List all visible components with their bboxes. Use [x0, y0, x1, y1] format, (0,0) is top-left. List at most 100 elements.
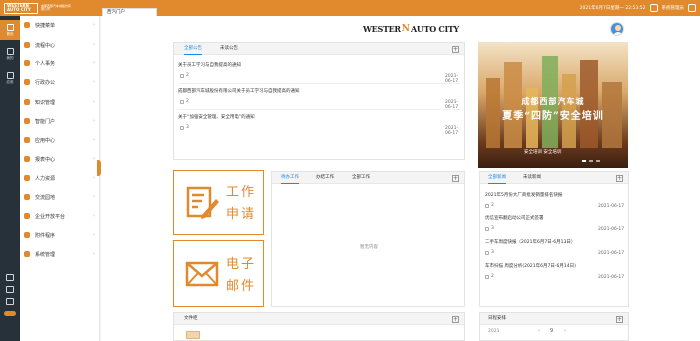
menu-label: 附件程序	[35, 232, 56, 239]
divider	[178, 109, 460, 110]
user-icon	[6, 47, 14, 55]
banner-carousel[interactable]: 成都西部汽车城 夏季“四防”安全培训 安全培训 安全培训	[478, 42, 628, 168]
menu-item-system[interactable]: 系统管理 ›	[20, 248, 100, 260]
menu-label: 智能门户	[35, 118, 56, 125]
email-tile[interactable]: 电子 邮件	[173, 240, 264, 307]
tab-all-work[interactable]: 全部工作	[352, 172, 370, 184]
chevron-right-icon[interactable]: ›	[564, 328, 566, 334]
work-panel: 待办工作 办结工作 全部工作 + 暂无内容	[271, 171, 465, 307]
chevron-right-icon: ›	[93, 22, 95, 28]
menu-icon	[24, 251, 30, 257]
notice-title[interactable]: 成都西部汽车城股份有限公司关于员工学习与自我提高的通知	[178, 88, 300, 94]
tab-all-notices[interactable]: 全部公告	[184, 43, 202, 55]
tab-pending-work[interactable]: 待办工作	[281, 172, 299, 184]
news-date: 2021-06-17	[598, 204, 625, 209]
icon-rail: 首页 我的 应用	[0, 16, 20, 341]
schedule-panel: 日程安排 + 2021 ‹ 9 ›	[479, 312, 629, 341]
notice-panel: 全部公告 未读公告 + 关于员工学习与自我提高的通知 2 2021-06-17 …	[173, 42, 465, 160]
tab-all-news[interactable]: 全部新闻	[488, 172, 506, 184]
menu-item-attachments[interactable]: 附件程序 ›	[20, 229, 100, 241]
tile-label-line2: 申请	[226, 207, 257, 222]
news-panel: 全部新闻 未读新闻 + 2021年5月份大厂商批发销量排名快报 2 2021-0…	[479, 171, 629, 307]
tile-label-line1: 工作	[226, 185, 257, 200]
news-title[interactable]: 车市扫描 周度分析(2021年6月7日-6月14日)	[485, 263, 576, 269]
banner-title: 成都西部汽车城	[521, 96, 585, 106]
chevron-right-icon: ›	[93, 194, 95, 200]
menu-label: 人力资源	[35, 175, 56, 182]
printer-icon[interactable]	[6, 286, 14, 293]
chevron-right-icon: ›	[93, 79, 95, 85]
tile-label-line2: 邮件	[226, 279, 257, 294]
avatar[interactable]	[610, 22, 624, 36]
carousel-dot[interactable]	[596, 160, 600, 162]
banner-headline: 夏季“四防”安全培训	[502, 111, 604, 122]
menu-icon	[24, 99, 30, 105]
menu-item-hr[interactable]: 人力资源 ›	[20, 172, 100, 184]
rail-item-apps[interactable]: 应用	[0, 68, 20, 88]
mail-icon	[185, 261, 219, 287]
work-panel-header: 待办工作 办结工作 全部工作 +	[272, 172, 464, 184]
work-apply-tile[interactable]: 工作 申请	[173, 170, 264, 235]
menu-item-portal[interactable]: 智能门户 ›	[20, 115, 100, 127]
menu-item-workflow[interactable]: 流程中心 ›	[20, 39, 100, 51]
menu-item-community[interactable]: 交流园地 ›	[20, 191, 100, 203]
form-icon	[186, 186, 219, 219]
home-icon	[6, 23, 14, 31]
banner-caption: 安全培训 安全培训	[524, 150, 562, 155]
notice-title[interactable]: 关于“加强安全管理、安全用电”的通知	[178, 114, 255, 120]
monitor-icon[interactable]	[6, 274, 14, 281]
rail-label: 首页	[6, 31, 14, 36]
news-title[interactable]: 优信宣布翻启动公司正式签署	[485, 215, 544, 221]
schedule-panel-title: 日程安排	[488, 316, 506, 321]
rail-label: 应用	[6, 79, 14, 84]
rail-label: 我的	[6, 55, 14, 60]
menu-icon	[24, 137, 30, 143]
menu-item-open-platform[interactable]: 企业开放平台 ›	[20, 210, 100, 222]
menu-label: 流程中心	[35, 42, 56, 49]
menu-item-shortcuts[interactable]: 快捷菜单 ›	[20, 19, 100, 31]
menu-item-knowledge[interactable]: 知识管理 ›	[20, 96, 100, 108]
menu-item-apps[interactable]: 应用中心 ›	[20, 134, 100, 146]
more-plus-icon[interactable]: +	[616, 175, 623, 182]
menu-item-reports[interactable]: 报表中心 ›	[20, 153, 100, 165]
notice-title[interactable]: 关于员工学习与自我提高的通知	[178, 62, 241, 68]
menu-item-personal[interactable]: 个人事务 ›	[20, 57, 100, 69]
news-title[interactable]: 二手车周度快报（2021年6月7日-6月13日）	[485, 239, 575, 245]
menu-icon	[24, 60, 30, 66]
menu-icon	[24, 213, 30, 219]
news-date: 2021-06-17	[598, 251, 625, 256]
brand-right: AUTO CITY	[411, 24, 459, 34]
carousel-dot[interactable]	[582, 160, 586, 162]
menu-icon	[24, 156, 30, 162]
rail-item-mine[interactable]: 我的	[0, 44, 20, 64]
chevron-right-icon: ›	[93, 118, 95, 124]
news-title[interactable]: 2021年5月份大厂商批发销量排名快报	[485, 192, 562, 198]
more-plus-icon[interactable]: +	[452, 175, 459, 182]
rail-item-home[interactable]: 首页	[0, 20, 20, 40]
more-plus-icon[interactable]: +	[616, 316, 623, 323]
comment-icon	[485, 250, 489, 255]
carousel-dots	[582, 160, 600, 162]
carousel-dot[interactable]	[589, 160, 593, 162]
menu-label: 个人事务	[35, 60, 56, 67]
chevron-right-icon: ›	[93, 99, 95, 105]
tab-unread-notices[interactable]: 未读公告	[220, 43, 238, 55]
chevron-left-icon[interactable]: ‹	[538, 328, 540, 334]
main-content: WESTER N AUTO CITY 全部公告 未读公告 + 关于员工学习与自我…	[101, 16, 700, 341]
tab-finished-work[interactable]: 办结工作	[316, 172, 334, 184]
company-logo[interactable]: WESTERN AUTO CITY 成都西部汽车城股份有限公司	[4, 2, 71, 14]
news-date: 2021-06-17	[598, 227, 625, 232]
menu-icon	[24, 118, 30, 124]
news-panel-header: 全部新闻 未读新闻 +	[480, 172, 628, 184]
download-icon[interactable]	[6, 298, 14, 305]
divider	[178, 83, 460, 84]
comment-icon	[485, 226, 489, 231]
more-plus-icon[interactable]: +	[452, 46, 459, 53]
brand-left: WESTER	[363, 24, 401, 34]
menu-item-admin-office[interactable]: 行政办公 ›	[20, 76, 100, 88]
more-plus-icon[interactable]: +	[452, 316, 459, 323]
toggle-pill-icon[interactable]	[4, 311, 16, 316]
tab-unread-news[interactable]: 未读新闻	[523, 172, 541, 184]
menu-icon	[24, 42, 30, 48]
folder-icon[interactable]	[186, 331, 200, 339]
